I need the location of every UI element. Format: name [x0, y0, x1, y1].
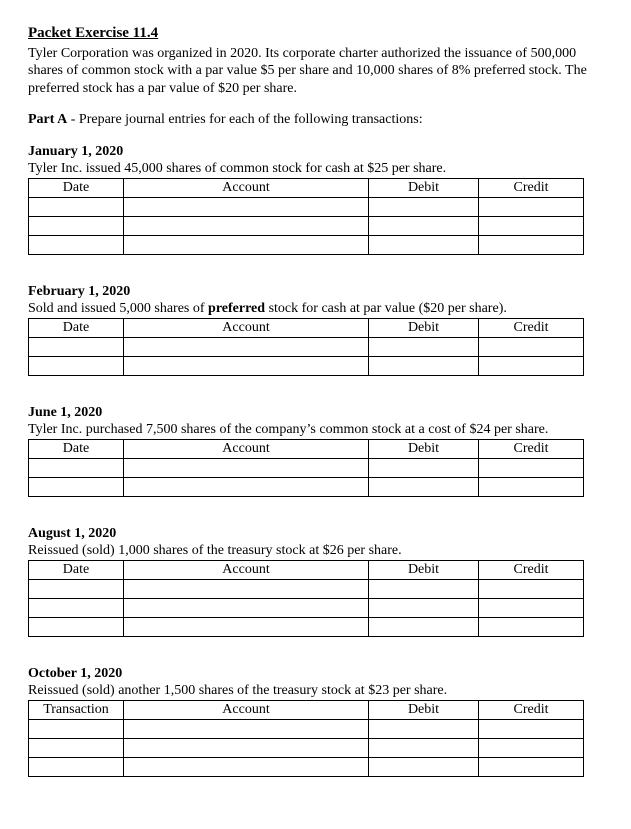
table-row [29, 757, 584, 776]
journal-section: January 1, 2020 Tyler Inc. issued 45,000… [28, 143, 603, 255]
table-row [29, 738, 584, 757]
col-account: Account [124, 700, 369, 719]
col-date: Date [29, 178, 124, 197]
col-credit: Credit [479, 700, 584, 719]
table-row [29, 458, 584, 477]
col-credit: Credit [479, 318, 584, 337]
section-desc: Tyler Inc. purchased 7,500 shares of the… [28, 421, 603, 439]
section-date: June 1, 2020 [28, 404, 603, 422]
table-row [29, 356, 584, 375]
part-a-prompt: Part A - Prepare journal entries for eac… [28, 111, 603, 129]
journal-section: February 1, 2020 Sold and issued 5,000 s… [28, 283, 603, 376]
section-date: February 1, 2020 [28, 283, 603, 301]
table-row [29, 598, 584, 617]
col-account: Account [124, 560, 369, 579]
journal-table: Date Account Debit Credit [28, 318, 584, 376]
journal-table: Transaction Account Debit Credit [28, 700, 584, 777]
table-row [29, 337, 584, 356]
table-row [29, 579, 584, 598]
section-date: January 1, 2020 [28, 143, 603, 161]
col-credit: Credit [479, 178, 584, 197]
journal-table: Date Account Debit Credit [28, 178, 584, 255]
section-date: August 1, 2020 [28, 525, 603, 543]
section-desc-bold: preferred [208, 301, 265, 316]
table-header-row: Transaction Account Debit Credit [29, 700, 584, 719]
col-account: Account [124, 439, 369, 458]
section-desc: Tyler Inc. issued 45,000 shares of commo… [28, 160, 603, 178]
table-row [29, 617, 584, 636]
table-header-row: Date Account Debit Credit [29, 439, 584, 458]
col-credit: Credit [479, 439, 584, 458]
table-row [29, 235, 584, 254]
journal-section: October 1, 2020 Reissued (sold) another … [28, 665, 603, 777]
journal-table: Date Account Debit Credit [28, 560, 584, 637]
table-row [29, 719, 584, 738]
journal-table: Date Account Debit Credit [28, 439, 584, 497]
exercise-title: Packet Exercise 11.4 [28, 24, 603, 43]
table-header-row: Date Account Debit Credit [29, 560, 584, 579]
part-a-label: Part A [28, 112, 67, 127]
section-desc: Reissued (sold) another 1,500 shares of … [28, 682, 603, 700]
table-row [29, 216, 584, 235]
section-desc-pre: Sold and issued 5,000 shares of [28, 301, 208, 316]
exercise-intro: Tyler Corporation was organized in 2020.… [28, 45, 603, 98]
table-header-row: Date Account Debit Credit [29, 318, 584, 337]
col-account: Account [124, 318, 369, 337]
table-row [29, 197, 584, 216]
col-debit: Debit [369, 178, 479, 197]
col-debit: Debit [369, 439, 479, 458]
section-desc-post: stock for cash at par value ($20 per sha… [265, 301, 507, 316]
col-account: Account [124, 178, 369, 197]
journal-section: August 1, 2020 Reissued (sold) 1,000 sha… [28, 525, 603, 637]
col-transaction: Transaction [29, 700, 124, 719]
table-header-row: Date Account Debit Credit [29, 178, 584, 197]
section-date: October 1, 2020 [28, 665, 603, 683]
section-desc: Sold and issued 5,000 shares of preferre… [28, 300, 603, 318]
table-row [29, 477, 584, 496]
col-credit: Credit [479, 560, 584, 579]
col-date: Date [29, 318, 124, 337]
journal-section: June 1, 2020 Tyler Inc. purchased 7,500 … [28, 404, 603, 497]
col-debit: Debit [369, 560, 479, 579]
col-debit: Debit [369, 700, 479, 719]
col-date: Date [29, 439, 124, 458]
section-desc: Reissued (sold) 1,000 shares of the trea… [28, 542, 603, 560]
col-debit: Debit [369, 318, 479, 337]
part-a-rest: - Prepare journal entries for each of th… [67, 112, 422, 127]
col-date: Date [29, 560, 124, 579]
